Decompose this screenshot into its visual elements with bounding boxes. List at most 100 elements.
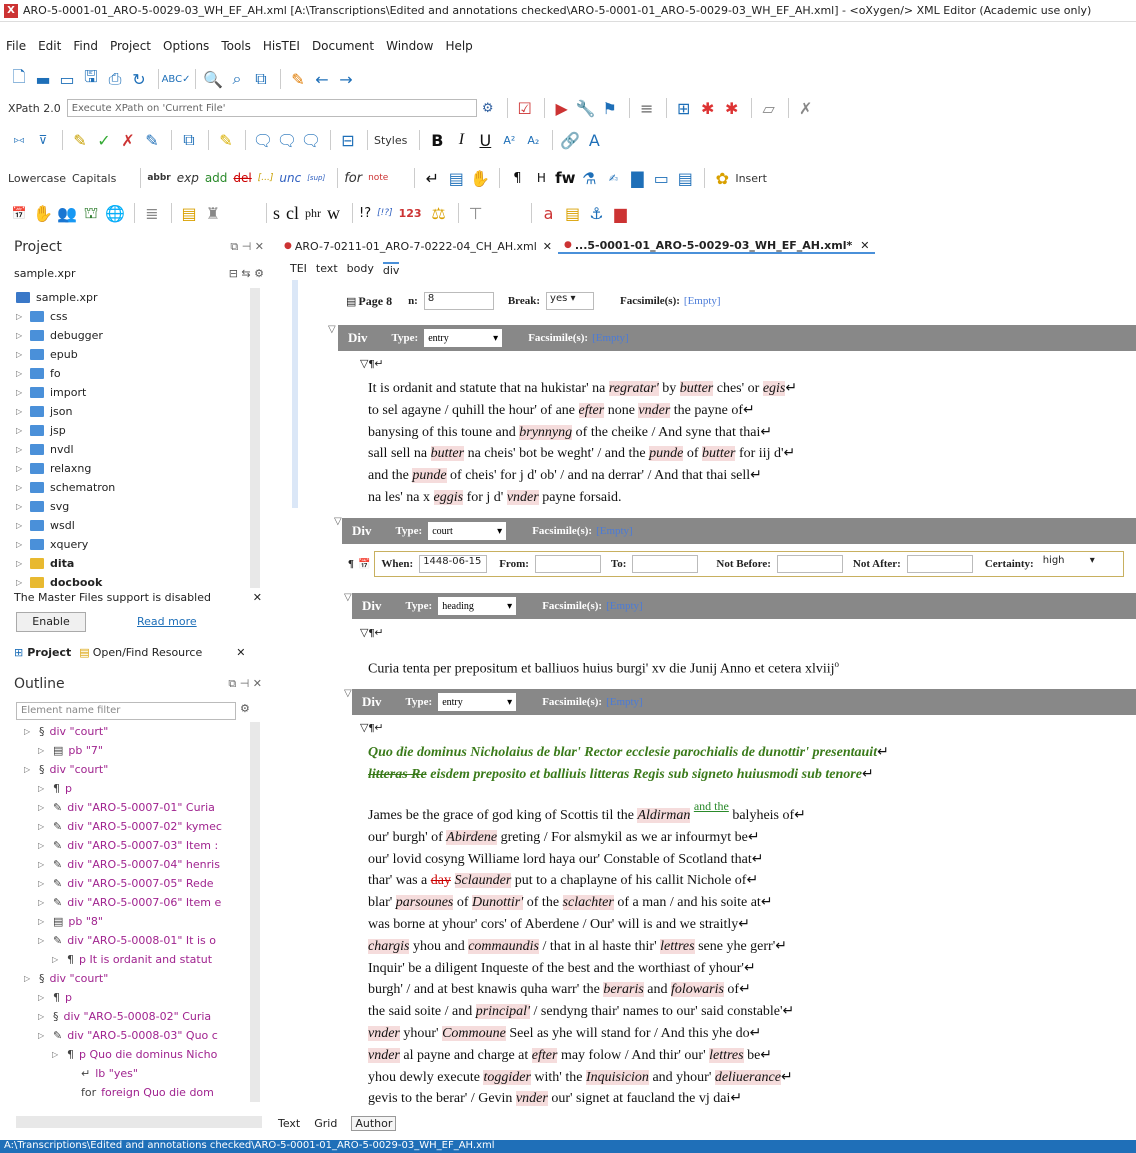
foreign-button[interactable]: for — [344, 171, 362, 186]
project-folder-item[interactable]: ▷ xquery — [16, 535, 261, 554]
expand-icon[interactable]: ▷ — [24, 974, 34, 983]
expand-icon[interactable]: ▷ — [16, 312, 26, 321]
editor-tab-active[interactable]: ● ...5-0001-01_ARO-5-0029-03_WH_EF_AH.xml… — [557, 239, 876, 254]
note-button[interactable]: note — [368, 173, 388, 183]
exp-button[interactable]: exp — [177, 171, 199, 185]
text-mode-tab[interactable]: Text — [278, 1117, 300, 1130]
menu-item-document[interactable]: Document — [312, 39, 374, 53]
filter-icon[interactable]: ⊽ — [32, 129, 54, 151]
outline-node[interactable]: ▷ ✎ div "ARO-5-0007-03" Item : — [20, 836, 248, 855]
facsimile-value[interactable]: [Empty] — [684, 295, 721, 307]
expand-icon[interactable]: ▷ — [16, 578, 26, 587]
list-icon[interactable]: ≣ — [141, 202, 163, 224]
cl-button[interactable]: cl — [286, 203, 299, 224]
latin-heading-paragraph[interactable]: Quo die dominus Nicholaius de blar' Rect… — [368, 742, 889, 786]
outline-node[interactable]: ▷ § div "court" — [20, 969, 248, 988]
grid-mode-tab[interactable]: Grid — [314, 1117, 337, 1130]
breadcrumb-body[interactable]: body — [347, 262, 374, 277]
expand-icon[interactable]: ▷ — [38, 841, 48, 850]
comment-block-icon[interactable]: ▇ — [626, 167, 648, 189]
underline-icon[interactable]: U — [474, 129, 496, 151]
outline-node[interactable]: ▷ ¶ p Quo die dominus Nicho — [20, 1045, 248, 1064]
heading-paragraph[interactable]: Curia tenta per prepositum et balliuos h… — [368, 654, 839, 680]
styles-dropdown[interactable]: Styles — [374, 134, 407, 147]
archive-icon[interactable]: ♜ — [202, 202, 224, 224]
type-select[interactable]: heading ▾ — [438, 597, 517, 615]
expand-icon[interactable]: ▷ — [38, 803, 48, 812]
expand-icon[interactable]: ▷ — [38, 917, 48, 926]
format-indent-icon[interactable]: ≡ — [636, 97, 658, 119]
panel-controls[interactable]: ⧉ ⊣ ✕ — [230, 240, 264, 254]
expand-icon[interactable]: ▷ — [16, 540, 26, 549]
project-folder-item[interactable]: ▷ svg — [16, 497, 261, 516]
project-folder-item[interactable]: ▷ jsp — [16, 421, 261, 440]
project-folder-item[interactable]: ▷ relaxng — [16, 459, 261, 478]
menu-item-options[interactable]: Options — [163, 39, 209, 53]
expand-icon[interactable]: ▷ — [38, 822, 48, 831]
outline-node[interactable]: ▷ ▤ pb "7" — [20, 741, 248, 760]
capitals-dropdown[interactable]: Capitals — [72, 172, 116, 185]
del-button[interactable]: del — [233, 171, 251, 185]
save-icon[interactable]: 🖫 — [80, 67, 102, 90]
close-notice-icon[interactable]: ✕ — [253, 591, 262, 604]
entry-paragraph[interactable]: It is ordanit and statute that na hukist… — [368, 378, 797, 509]
edit-table-icon[interactable]: ▤ — [674, 167, 696, 189]
menu-item-edit[interactable]: Edit — [38, 39, 61, 53]
w-button[interactable]: w — [327, 203, 340, 224]
expand-icon[interactable]: ▷ — [38, 1012, 48, 1021]
outline-node[interactable]: ▷ ✎ div "ARO-5-0008-01" It is o — [20, 931, 248, 950]
project-folder-item[interactable]: ▷ nvdl — [16, 440, 261, 459]
number-button[interactable]: 123 — [399, 207, 422, 220]
expand-icon[interactable]: ▷ — [38, 898, 48, 907]
replace-icon[interactable]: ⧉ — [250, 68, 272, 90]
outline-node[interactable]: ▷ ✎ div "ARO-5-0008-03" Quo c — [20, 1026, 248, 1045]
outline-node[interactable]: ▷ ✎ div "ARO-5-0007-04" henris — [20, 855, 248, 874]
tab-project[interactable]: Project — [27, 646, 71, 659]
outline-settings-icon[interactable]: ⚙ — [240, 702, 250, 715]
sup-button[interactable]: [sup] — [307, 174, 325, 182]
signature-icon[interactable]: ✍ — [602, 167, 624, 189]
expand-icon[interactable]: ▷ — [24, 727, 34, 736]
print-icon[interactable]: ⎙ — [104, 68, 126, 90]
facsimile-value[interactable]: [Empty] — [592, 332, 629, 344]
expand-icon[interactable]: ▷ — [38, 993, 48, 1002]
compare-icon[interactable]: ⊟ — [337, 129, 359, 151]
expand-icon[interactable]: ▷ — [16, 426, 26, 435]
track-changes-icon[interactable]: ✎ — [69, 129, 91, 151]
project-tools-icon[interactable]: ⊟ ⇆ ⚙ — [229, 267, 264, 280]
breadcrumb-div[interactable]: div — [382, 262, 400, 277]
person-icon[interactable]: A — [583, 129, 605, 151]
outline-node[interactable]: ▷ ✎ div "ARO-5-0007-06" Item e — [20, 893, 248, 912]
comment-change-icon[interactable]: ✎ — [141, 129, 163, 151]
subscript-icon[interactable]: A₂ — [522, 129, 544, 151]
outline-node[interactable]: for foreign Quo die dom — [20, 1083, 248, 1102]
pin-all-icon[interactable]: ✱ — [721, 97, 743, 119]
debug-icon[interactable]: ⚑ — [599, 97, 621, 119]
author-editor[interactable]: ▤ Page 8 n: 8 Break: yes ▾ Facsimile(s):… — [278, 280, 1136, 1112]
expand-icon[interactable]: ▷ — [24, 765, 34, 774]
remove-comment-icon[interactable]: 🗨 — [300, 129, 322, 151]
facsimile-value[interactable]: [Empty] — [596, 525, 633, 537]
last-edit-icon[interactable]: ✎ — [287, 68, 309, 90]
menu-item-window[interactable]: Window — [386, 39, 433, 53]
anchor-icon[interactable]: ⚓ — [586, 202, 608, 224]
transform-icon[interactable]: ▶ — [551, 97, 573, 119]
configure-transform-icon[interactable]: 🔧 — [575, 97, 597, 119]
dash-icon[interactable]: ⊤ — [465, 202, 487, 224]
xpath-settings-icon[interactable]: ⚙ — [477, 97, 499, 119]
break-select[interactable]: yes ▾ — [546, 292, 595, 310]
outline-node[interactable]: ▷ ¶ p — [20, 779, 248, 798]
expand-icon[interactable]: ▷ — [16, 464, 26, 473]
project-folder-item[interactable]: ▷ json — [16, 402, 261, 421]
italic-icon[interactable]: I — [450, 129, 472, 151]
clear-icon[interactable]: ✗ — [795, 97, 817, 119]
outline-node[interactable]: ▷ ✎ div "ARO-5-0007-02" kymec — [20, 817, 248, 836]
menu-item-file[interactable]: File — [6, 39, 26, 53]
tags-display-icon[interactable]: ▹◃ — [8, 129, 30, 151]
type-select[interactable]: entry ▾ — [438, 693, 517, 711]
expand-icon[interactable]: ▷ — [52, 1050, 62, 1059]
annotate-icon[interactable]: a — [538, 202, 560, 224]
author-mode-tab[interactable]: Author — [351, 1115, 397, 1131]
to-input[interactable] — [632, 555, 699, 573]
abbr-button[interactable]: abbr — [147, 173, 170, 183]
